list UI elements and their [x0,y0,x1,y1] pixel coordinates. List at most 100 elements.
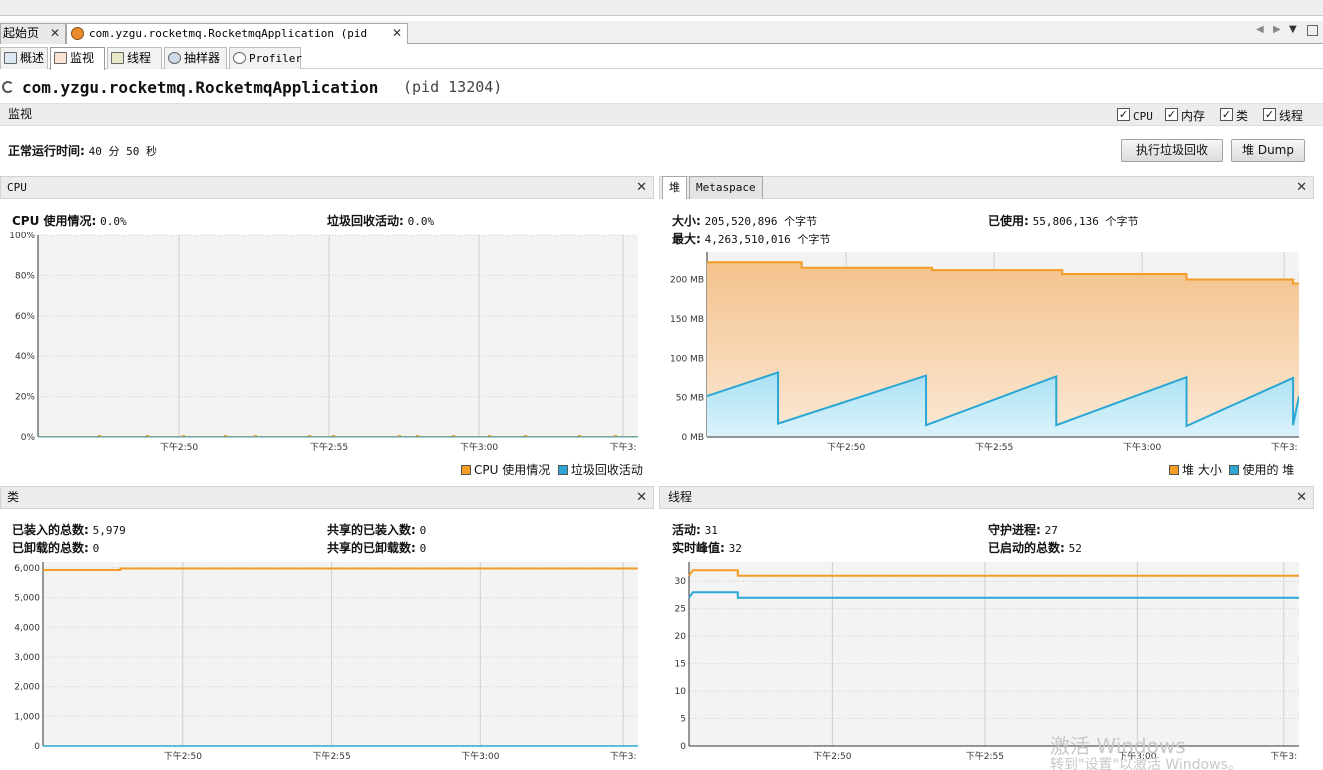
view-tabbar: 概述 监视 线程 抽样器 Profiler [0,44,1323,70]
activation-watermark-sub: 转到"设置"以激活 Windows。 [1050,757,1242,770]
shared-loaded-stat: 共享的已装入数: 0 [327,521,426,538]
tab-heap[interactable]: 堆 [662,176,687,199]
gc-activity-stat: 垃圾回收活动: 0.0% [327,212,434,229]
plot-background [43,562,638,746]
y-tick-label: 5 [680,715,686,725]
threads-live-stat: 活动: 31 [672,521,718,538]
maximize-icon[interactable] [1307,25,1318,36]
stat-label: 共享的已卸载数: [327,541,416,555]
tab-label: 线程 [127,51,152,65]
threads-daemon-stat: 守护进程: 27 [988,521,1058,538]
threads-started-stat: 已启动的总数: 52 [988,539,1082,556]
uptime: 正常运行时间: 40 分 50 秒 [8,142,157,159]
classes-checkbox[interactable]: ✓ [1220,108,1233,121]
legend-label: CPU 使用情况 [474,463,551,477]
x-tick-label: 下午3:00 [460,441,498,453]
x-tick-label: 下午3: [1271,441,1298,453]
clock-icon [233,52,246,64]
y-tick-label: 200 MB [670,276,704,286]
legend-label: 堆 大小 [1182,463,1222,477]
y-tick-label: 50 MB [676,394,704,404]
loading-icon [2,81,14,93]
tab-monitor[interactable]: 监视 [50,47,105,70]
tab-overview[interactable]: 概述 [0,47,48,69]
tab-start-page[interactable]: 起始页 ✕ [0,23,66,44]
stat-label: CPU 使用情况: [12,214,97,228]
section-title: 监视 [8,107,33,121]
y-tick-label: 5,000 [14,594,40,604]
y-tick-label: 25 [675,605,686,615]
y-tick-label: 20 [675,632,687,642]
java-cup-icon [71,27,84,40]
x-tick-label: 下午2:55 [312,750,350,762]
plot-background [38,235,638,437]
info-icon [4,52,17,64]
close-icon[interactable]: ✕ [392,24,402,43]
tab-threads[interactable]: 线程 [107,47,162,69]
close-icon[interactable]: ✕ [1296,177,1307,198]
stat-value: 55,806,136 个字节 [1032,215,1139,228]
y-tick-label: 2,000 [14,683,40,693]
close-icon[interactable]: ✕ [1296,487,1307,508]
cpu-panel-header: CPU ✕ [0,176,654,199]
monitor-section-bar: 监视 ✓ CPU ✓ 内存 ✓ 类 ✓ 线程 [0,103,1323,126]
visualvm-window: 起始页 ✕ com.yzgu.rocketmq.RocketmqApplicat… [0,0,1323,770]
y-tick-label: 60% [15,312,35,322]
classes-unloaded-stat: 已卸载的总数: 0 [12,539,99,556]
cpu-legend: CPU 使用情况 垃圾回收活动 [461,461,643,478]
panel-title: 类 [7,490,20,504]
stat-label: 已装入的总数: [12,523,89,537]
stat-value: 0 [419,524,427,537]
tab-sampler[interactable]: 抽样器 [164,47,227,69]
stat-value: 0 [419,542,427,555]
close-icon[interactable]: ✕ [50,24,60,43]
y-tick-label: 0 [34,742,40,752]
plot-edge-mask [1299,248,1314,437]
memory-checkbox[interactable]: ✓ [1165,108,1178,121]
y-tick-label: 1,000 [14,712,40,722]
threads-checkbox[interactable]: ✓ [1263,108,1276,121]
x-tick-label: 下午3:00 [1123,441,1161,453]
heap-dump-button[interactable]: 堆 Dump [1231,139,1305,162]
y-tick-label: 100 MB [670,354,704,364]
legend-swatch [461,465,471,475]
x-tick-label: 下午2:50 [827,441,865,453]
dropdown-icon[interactable]: ▼ [1289,24,1297,35]
tab-application[interactable]: com.yzgu.rocketmq.RocketmqApplication (p… [66,23,408,59]
cpu-checkbox[interactable]: ✓ [1117,108,1130,121]
threads-chart: 051015202530下午2:50 下午2:55 下午3:00 下午3: [675,562,1299,762]
checkbox-label: 类 [1236,109,1249,123]
x-tick-label: 下午2:50 [160,441,198,453]
stat-label: 守护进程: [988,523,1041,537]
y-tick-label: 4,000 [14,623,40,633]
stat-value: 32 [728,542,742,555]
heap-legend: 堆 大小 使用的 堆 [1169,461,1294,478]
tab-label: 监视 [70,51,95,65]
x-tick-label: 下午3: [610,441,637,453]
y-tick-label: 30 [675,577,687,587]
tab-metaspace[interactable]: Metaspace [689,176,763,199]
y-tick-label: 3,000 [14,653,40,663]
app-name: com.yzgu.rocketmq.RocketmqApplication [22,78,379,97]
legend-swatch [557,465,568,475]
app-pid: (pid 13204) [403,78,503,96]
heap-used-stat: 已使用: 55,806,136 个字节 [988,212,1139,229]
gc-button[interactable]: 执行垃圾回收 [1121,139,1223,162]
panel-title: CPU [7,181,27,194]
classes-loaded-stat: 已装入的总数: 5,979 [12,521,126,538]
stat-value: 0.0% [407,215,435,228]
scroll-left-icon[interactable]: ◀ [1256,24,1264,35]
tab-profiler[interactable]: Profiler [229,47,302,69]
legend-swatch [1169,465,1179,475]
y-tick-label: 10 [675,687,687,697]
legend-label: 垃圾回收活动 [570,463,643,477]
cpu-chart: 0% 20% 40% 60% 80% 100% 下午2:50 下午2:55 下午3:00 下午3: [9,232,638,453]
scroll-right-icon[interactable]: ▶ [1273,24,1281,35]
close-icon[interactable]: ✕ [636,177,647,198]
shared-unloaded-stat: 共享的已卸载数: 0 [327,539,426,556]
stat-label: 已卸载的总数: [12,541,89,555]
stat-label: 实时峰值: [672,541,725,555]
threads-peak-stat: 实时峰值: 32 [672,539,742,556]
close-icon[interactable]: ✕ [636,487,647,508]
uptime-value: 40 分 50 秒 [88,145,157,158]
